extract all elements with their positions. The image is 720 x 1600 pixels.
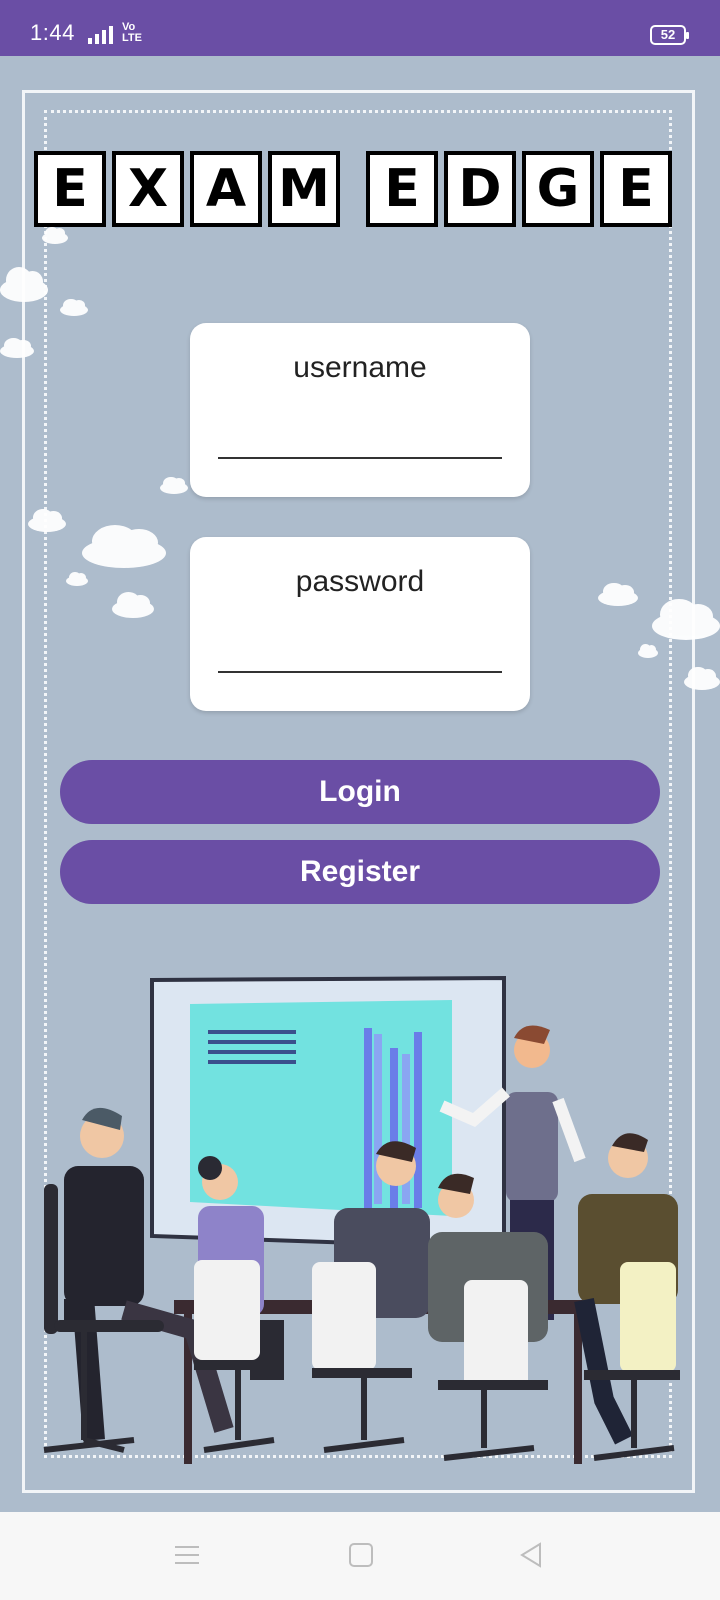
title-letter: X [112, 151, 184, 227]
title-letter: E [34, 151, 106, 227]
login-button[interactable]: Login [60, 760, 660, 824]
cloud [82, 524, 166, 568]
signal-icon [88, 26, 113, 44]
menu-icon[interactable] [174, 1542, 200, 1568]
username-label: username [293, 351, 427, 384]
cloud [0, 337, 34, 358]
battery-icon: 52 [650, 25, 689, 45]
password-label: password [295, 565, 425, 598]
back-icon[interactable] [518, 1542, 544, 1568]
cloud [28, 508, 66, 532]
title-letter: M [268, 151, 340, 227]
register-button[interactable]: Register [60, 840, 660, 904]
password-input[interactable] [218, 637, 502, 673]
cloud [66, 571, 88, 586]
title-letter: E [366, 151, 438, 227]
cloud [112, 591, 154, 618]
cloud [160, 476, 188, 494]
cloud [638, 643, 658, 658]
username-card: username [190, 323, 530, 497]
home-icon[interactable] [348, 1542, 374, 1568]
title-letter: G [522, 151, 594, 227]
battery-level: 52 [660, 27, 676, 42]
cloud [652, 599, 720, 640]
cloud [0, 267, 48, 302]
cloud [42, 226, 68, 244]
nav-bar [0, 1512, 720, 1600]
meeting-illustration [43, 975, 680, 1464]
password-card: password [190, 537, 530, 711]
cloud [60, 298, 88, 316]
title-letter: D [444, 151, 516, 227]
cloud [684, 666, 720, 690]
status-time: 1:44 [30, 20, 75, 45]
username-input[interactable] [218, 423, 502, 459]
volte-indicator: Vo LTE [122, 21, 142, 44]
app-title: E X A M E D G E [34, 151, 678, 227]
title-letter: A [190, 151, 262, 227]
cloud [598, 582, 638, 606]
title-letter: E [600, 151, 672, 227]
status-bar: 1:44 Vo LTE 52 [0, 0, 720, 56]
